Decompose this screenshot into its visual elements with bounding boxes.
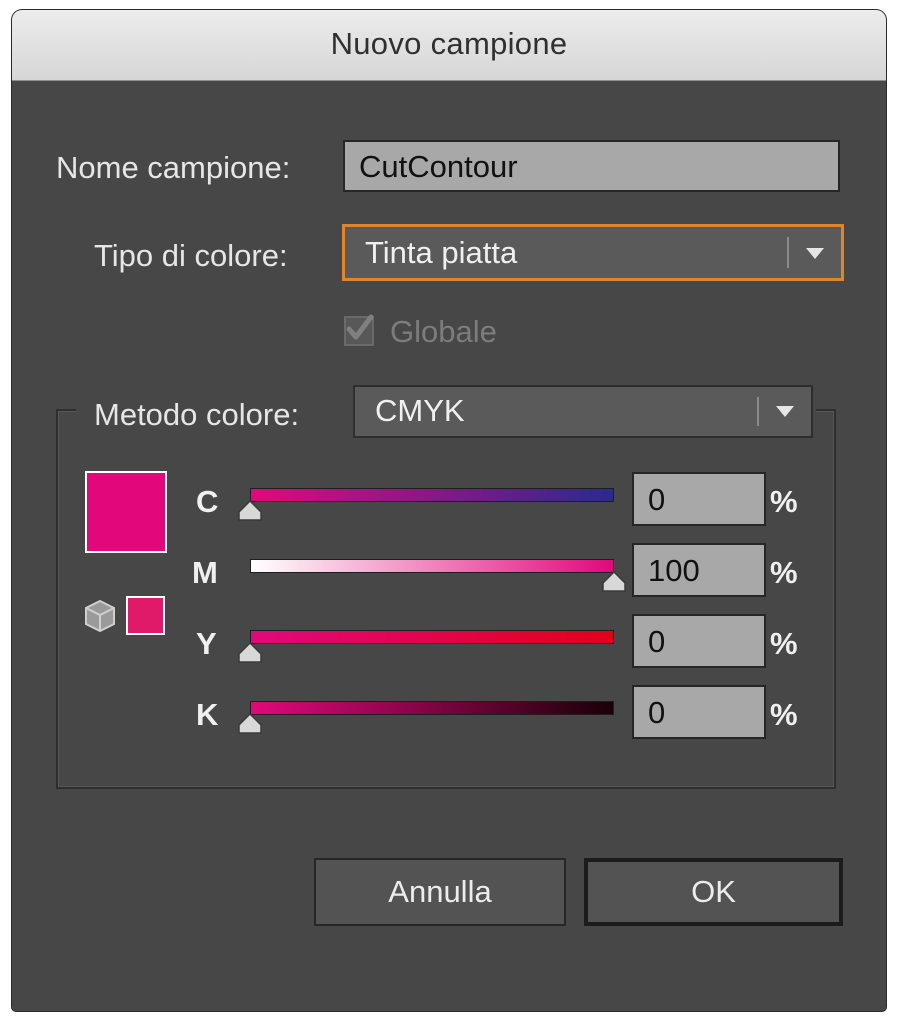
slider-track-k[interactable] (250, 701, 614, 715)
percent-unit-label: % (770, 555, 798, 590)
channel-label-k: K (196, 697, 219, 732)
color-type-label: Tipo di colore: (94, 238, 288, 273)
out-of-gamut-cube-icon[interactable] (82, 598, 118, 634)
percent-unit-label: % (770, 626, 798, 661)
checkmark-icon (346, 314, 374, 340)
color-type-value: Tinta piatta (365, 235, 518, 270)
color-preview-swatch (85, 471, 167, 553)
ok-button[interactable]: OK (584, 858, 843, 926)
slider-thumb-m[interactable] (601, 571, 627, 593)
dialog-title: Nuovo campione (330, 26, 568, 61)
channel-value-input-y[interactable]: 0 (632, 614, 766, 668)
swatch-name-input[interactable]: CutContour (343, 140, 840, 192)
color-mode-label: Metodo colore: (94, 397, 300, 432)
global-checkbox[interactable] (344, 314, 374, 346)
slider-track-y[interactable] (250, 630, 614, 644)
dropdown-separator (757, 397, 759, 426)
channel-value: 0 (648, 482, 666, 517)
dropdown-separator (787, 237, 789, 268)
global-label: Globale (390, 314, 497, 349)
percent-unit-label: % (770, 697, 798, 732)
title-bar[interactable]: Nuovo campione (12, 10, 886, 81)
chevron-down-icon (776, 406, 794, 417)
new-swatch-dialog: Nuovo campione Nome campione: CutContour… (12, 10, 886, 1011)
chevron-down-icon (806, 248, 824, 259)
color-mode-dropdown[interactable]: CMYK (353, 385, 813, 438)
slider-thumb-k[interactable] (237, 713, 263, 735)
channel-value: 100 (648, 553, 700, 588)
percent-unit-label: % (770, 484, 798, 519)
channel-value: 0 (648, 624, 666, 659)
channel-value-input-c[interactable]: 0 (632, 472, 766, 526)
color-mode-value: CMYK (375, 393, 465, 428)
swatch-name-label: Nome campione: (56, 150, 291, 185)
gamut-correction-swatch[interactable] (126, 596, 165, 635)
color-type-dropdown[interactable]: Tinta piatta (342, 224, 844, 281)
channel-value-input-k[interactable]: 0 (632, 685, 766, 739)
slider-track-c[interactable] (250, 488, 614, 502)
slider-thumb-c[interactable] (237, 500, 263, 522)
swatch-name-value: CutContour (359, 149, 518, 184)
channel-label-m: M (192, 555, 218, 590)
slider-thumb-y[interactable] (237, 642, 263, 664)
channel-value: 0 (648, 695, 666, 730)
channel-label-c: C (196, 484, 219, 519)
channel-label-y: Y (196, 626, 217, 661)
slider-track-m[interactable] (250, 559, 614, 573)
cancel-button[interactable]: Annulla (314, 858, 566, 926)
channel-value-input-m[interactable]: 100 (632, 543, 766, 597)
